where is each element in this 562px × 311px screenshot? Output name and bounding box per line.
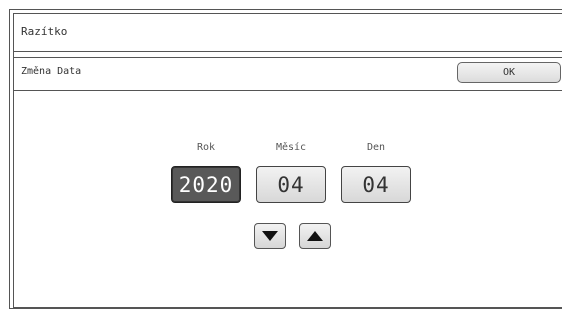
dialog-frame: Razítko Změna Data OK — [9, 9, 562, 309]
dialog-inner: Razítko Změna Data OK — [13, 13, 562, 308]
decrement-button[interactable] — [254, 223, 286, 249]
panel-title: Změna Data — [21, 66, 82, 77]
year-label: Rok — [196, 142, 216, 153]
window-title: Razítko — [21, 25, 68, 38]
month-label: Měsíc — [275, 142, 307, 153]
month-field[interactable]: 04 — [256, 166, 326, 203]
window-title-bar: Razítko — [14, 14, 562, 52]
increment-button[interactable] — [299, 223, 331, 249]
triangle-down-icon — [262, 231, 278, 241]
ok-button[interactable]: OK — [457, 62, 561, 83]
day-label: Den — [366, 142, 386, 153]
day-field[interactable]: 04 — [341, 166, 411, 203]
triangle-up-icon — [307, 231, 323, 241]
year-field[interactable]: 2020 — [171, 166, 241, 203]
panel-header: Změna Data OK — [14, 57, 562, 91]
